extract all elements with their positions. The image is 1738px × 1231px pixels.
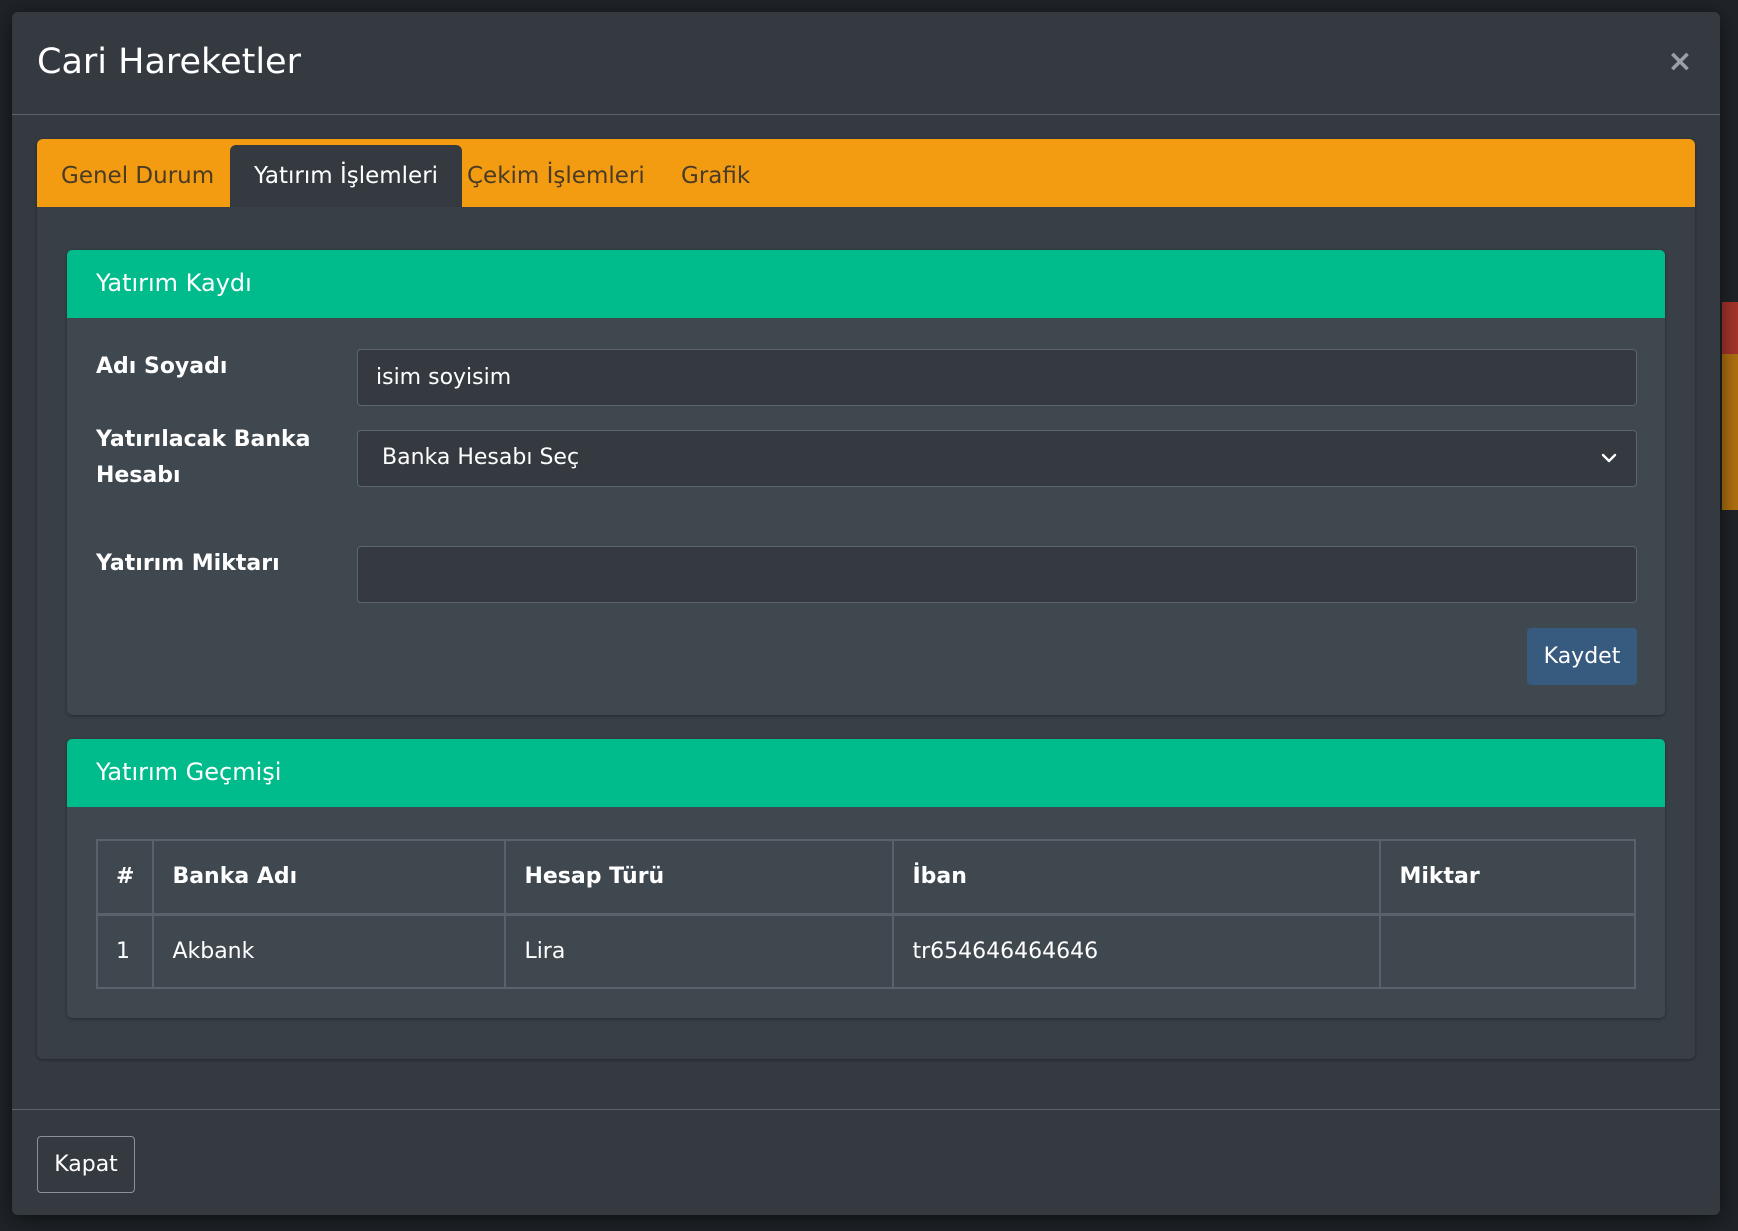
amount-input[interactable]	[357, 546, 1637, 603]
column-header-amount: Miktar	[1379, 839, 1636, 916]
modal-footer: Kapat	[12, 1109, 1720, 1215]
name-input[interactable]	[357, 349, 1637, 406]
close-button[interactable]: Kapat	[37, 1136, 135, 1193]
cell-bank-name: Akbank	[152, 913, 507, 989]
column-header-account-type: Hesap Türü	[504, 839, 895, 916]
column-header-iban: İban	[892, 839, 1382, 916]
bank-account-selected-value: Banka Hesabı Seç	[382, 445, 580, 470]
deposit-history-table: # Banka Adı Hesap Türü İban Miktar 1 Akb…	[95, 839, 1636, 989]
background-bar-red	[1722, 302, 1738, 354]
cell-iban: tr654646464646	[892, 913, 1382, 989]
tab-grafik[interactable]: Grafik	[657, 145, 774, 207]
tab-genel-durum[interactable]: Genel Durum	[37, 145, 238, 207]
close-icon[interactable]: ×	[1664, 46, 1696, 78]
column-header-number: #	[95, 839, 155, 916]
cell-amount	[1379, 913, 1636, 989]
background-bar-orange	[1722, 458, 1738, 510]
cell-account-type: Lira	[504, 913, 895, 989]
table-row: 1 Akbank Lira tr654646464646	[95, 913, 1636, 989]
deposit-history-panel: Yatırım Geçmişi # Banka Adı Hesap Türü İ…	[67, 739, 1665, 1018]
modal-header: Cari Hareketler ×	[12, 12, 1720, 115]
column-header-bank-name: Banka Adı	[152, 839, 507, 916]
deposit-form-header: Yatırım Kaydı	[67, 250, 1665, 318]
name-label: Adı Soyadı	[96, 354, 228, 379]
chevron-down-icon	[1601, 453, 1617, 463]
cell-number: 1	[95, 913, 155, 989]
deposit-form-title: Yatırım Kaydı	[96, 269, 252, 297]
tabs-card: Genel Durum Yatırım İşlemleri Çekim İşle…	[37, 139, 1695, 1059]
tab-yatirim-islemleri[interactable]: Yatırım İşlemleri	[230, 145, 463, 207]
bank-account-select[interactable]: Banka Hesabı Seç	[357, 430, 1637, 487]
background-bar-orange	[1722, 406, 1738, 458]
background-bar-orange	[1722, 354, 1738, 406]
deposit-history-title: Yatırım Geçmişi	[96, 758, 282, 786]
modal-title: Cari Hareketler	[37, 42, 301, 82]
deposit-form-panel: Yatırım Kaydı Adı Soyadı Yatırılacak Ban…	[67, 250, 1665, 715]
tab-bar: Genel Durum Yatırım İşlemleri Çekim İşle…	[37, 139, 1695, 207]
deposit-history-header: Yatırım Geçmişi	[67, 739, 1665, 807]
table-header-row: # Banka Adı Hesap Türü İban Miktar	[95, 839, 1636, 916]
cari-hareketler-modal: Cari Hareketler × Genel Durum Yatırım İş…	[12, 12, 1720, 1215]
bank-account-label: Yatırılacak Banka Hesabı	[96, 427, 311, 488]
save-button[interactable]: Kaydet	[1527, 628, 1637, 685]
tab-cekim-islemleri[interactable]: Çekim İşlemleri	[443, 145, 669, 207]
amount-label: Yatırım Miktarı	[96, 551, 280, 576]
